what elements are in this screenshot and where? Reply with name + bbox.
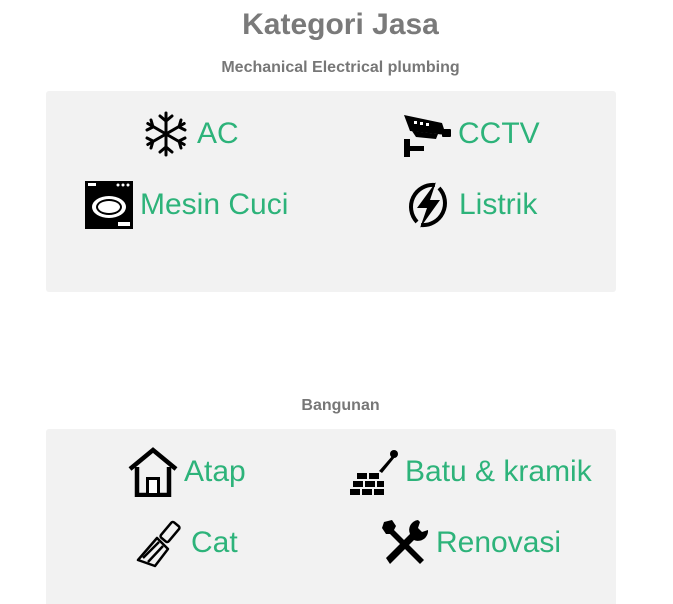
category-item-renovasi[interactable]: Renovasi	[380, 518, 561, 568]
category-item-atap[interactable]: Atap	[128, 447, 246, 497]
paint-brush-icon	[135, 518, 185, 568]
bricks-trowel-icon	[349, 447, 399, 497]
category-label: Atap	[184, 455, 246, 488]
category-item-batu-kramik[interactable]: Batu & kramik	[349, 447, 592, 497]
section-title-bangunan: Bangunan	[301, 397, 380, 414]
wrench-screwdriver-icon	[380, 518, 430, 568]
category-item-ac[interactable]: AC	[141, 109, 239, 159]
category-label: Listrik	[459, 188, 538, 221]
category-label: CCTV	[458, 117, 540, 150]
category-label: Mesin Cuci	[140, 188, 289, 221]
category-label: Renovasi	[436, 526, 562, 559]
category-label: AC	[197, 117, 239, 150]
category-item-cctv[interactable]: CCTV	[402, 109, 540, 159]
category-item-cat[interactable]: Cat	[135, 518, 238, 568]
section-title-mep: Mechanical Electrical plumbing	[221, 59, 460, 76]
page-title: Kategori Jasa	[242, 8, 439, 41]
category-panel-bangunan: Atap Batu & kramik Cat Renovasi	[46, 429, 616, 604]
snowflake-icon	[141, 109, 191, 159]
lightning-icon	[403, 180, 453, 230]
washing-machine-icon	[84, 180, 134, 230]
category-item-mesin-cuci[interactable]: Mesin Cuci	[84, 180, 288, 230]
category-label: Batu & kramik	[405, 455, 592, 488]
house-roof-icon	[128, 447, 178, 497]
category-item-listrik[interactable]: Listrik	[403, 180, 537, 230]
page: Kategori Jasa Mechanical Electrical plum…	[0, 0, 673, 604]
category-panel-mep: AC CCTV Mesin Cuci Listrik	[46, 91, 616, 292]
cctv-camera-icon	[402, 109, 452, 159]
category-label: Cat	[191, 526, 238, 559]
